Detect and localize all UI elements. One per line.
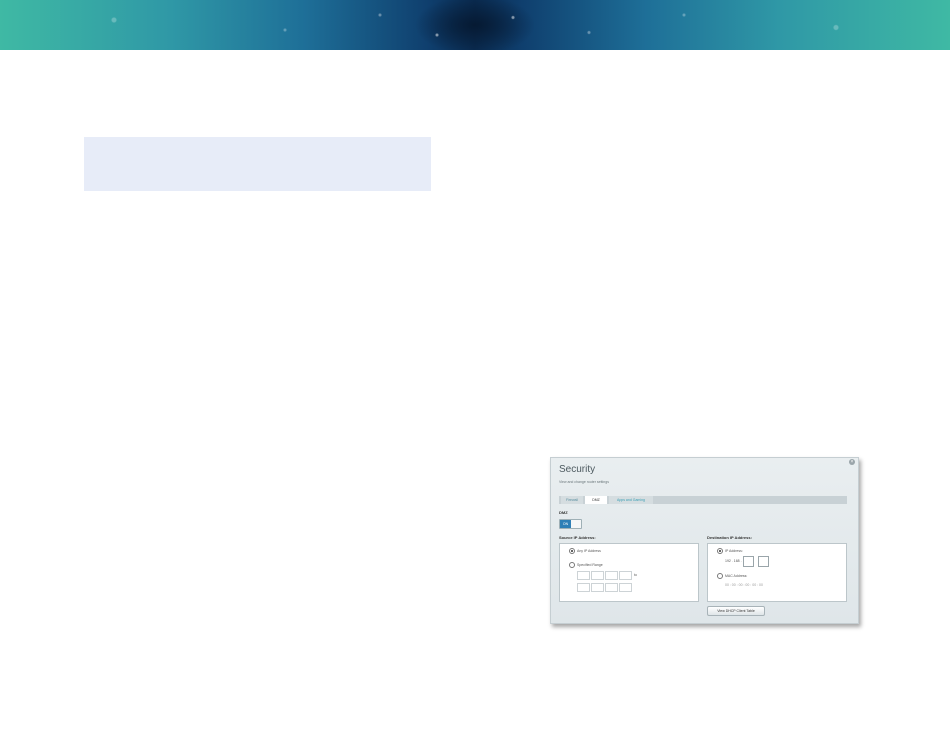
toggle-on-label: ON: [560, 520, 571, 528]
specified-range-radio[interactable]: [569, 562, 575, 568]
mac-address-input[interactable]: 00 : 00 : 00 : 00 : 00 : 00: [725, 583, 763, 587]
destination-ip-panel: IP Address: 192 . 168 . MAC Address: 00 …: [707, 543, 847, 602]
security-screenshot: × Security View and change router settin…: [550, 457, 859, 624]
ip-prefix: 192 . 168 .: [725, 559, 742, 563]
dmz-label: DMZ: [559, 510, 568, 515]
range-start-octet-2[interactable]: [591, 571, 604, 580]
ip-address-label: IP Address:: [725, 549, 743, 553]
range-end-octet-2[interactable]: [591, 583, 604, 592]
tab-bar: Firewall DMZ Apps and Gaming: [559, 496, 847, 504]
view-dhcp-client-table-button[interactable]: View DHCP Client Table: [707, 606, 765, 616]
close-icon[interactable]: ×: [849, 459, 855, 465]
note-box: [84, 137, 431, 191]
ip-octet-4-input[interactable]: [758, 556, 769, 567]
dialog-title: Security: [559, 464, 596, 475]
range-end-octet-3[interactable]: [605, 583, 618, 592]
mac-address-label: MAC Address:: [725, 574, 748, 578]
dmz-toggle[interactable]: ON: [559, 519, 582, 529]
range-start-octet-4[interactable]: [619, 571, 632, 580]
range-end-octet-1[interactable]: [577, 583, 590, 592]
range-end-octet-4[interactable]: [619, 583, 632, 592]
range-start-octet-1[interactable]: [577, 571, 590, 580]
source-ip-panel: Any IP Address Specified Range to: [559, 543, 699, 602]
any-ip-label: Any IP Address: [577, 549, 601, 553]
range-start-octet-3[interactable]: [605, 571, 618, 580]
specified-range-label: Specified Range: [577, 563, 603, 567]
dialog-subtitle: View and change router settings: [559, 480, 609, 484]
tab-apps-and-gaming[interactable]: Apps and Gaming: [609, 496, 653, 504]
range-to-label: to: [634, 573, 637, 577]
ip-address-radio[interactable]: [717, 548, 723, 554]
mac-address-radio[interactable]: [717, 573, 723, 579]
tab-dmz[interactable]: DMZ: [585, 496, 607, 504]
destination-ip-heading: Destination IP Address:: [707, 535, 752, 540]
ip-octet-3-input[interactable]: [743, 556, 754, 567]
source-ip-heading: Source IP Address:: [559, 535, 596, 540]
header-banner: [0, 0, 950, 50]
any-ip-radio[interactable]: [569, 548, 575, 554]
tab-firewall[interactable]: Firewall: [561, 496, 583, 504]
